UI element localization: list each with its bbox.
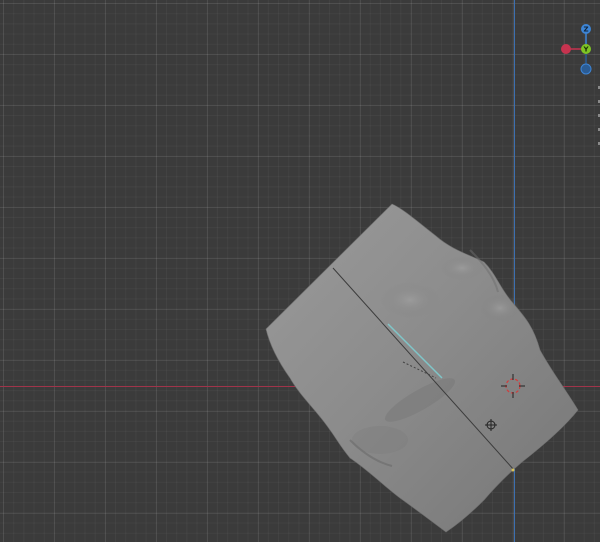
- mesh-lump: [480, 294, 520, 322]
- gizmo-z-label: Z: [583, 26, 588, 34]
- 3d-viewport[interactable]: Z Y: [0, 0, 600, 542]
- vertex-marker: [511, 468, 515, 472]
- viewport-header-edge: [596, 80, 600, 150]
- mesh-lump: [380, 282, 440, 318]
- gizmo-x-axis[interactable]: [561, 44, 571, 54]
- navigation-gizmo[interactable]: Z Y: [556, 22, 600, 78]
- gizmo-neg-z-axis[interactable]: [580, 63, 592, 75]
- sculpt-mesh[interactable]: [0, 0, 600, 542]
- mesh-lump: [440, 256, 484, 280]
- gizmo-y-label: Y: [582, 46, 589, 54]
